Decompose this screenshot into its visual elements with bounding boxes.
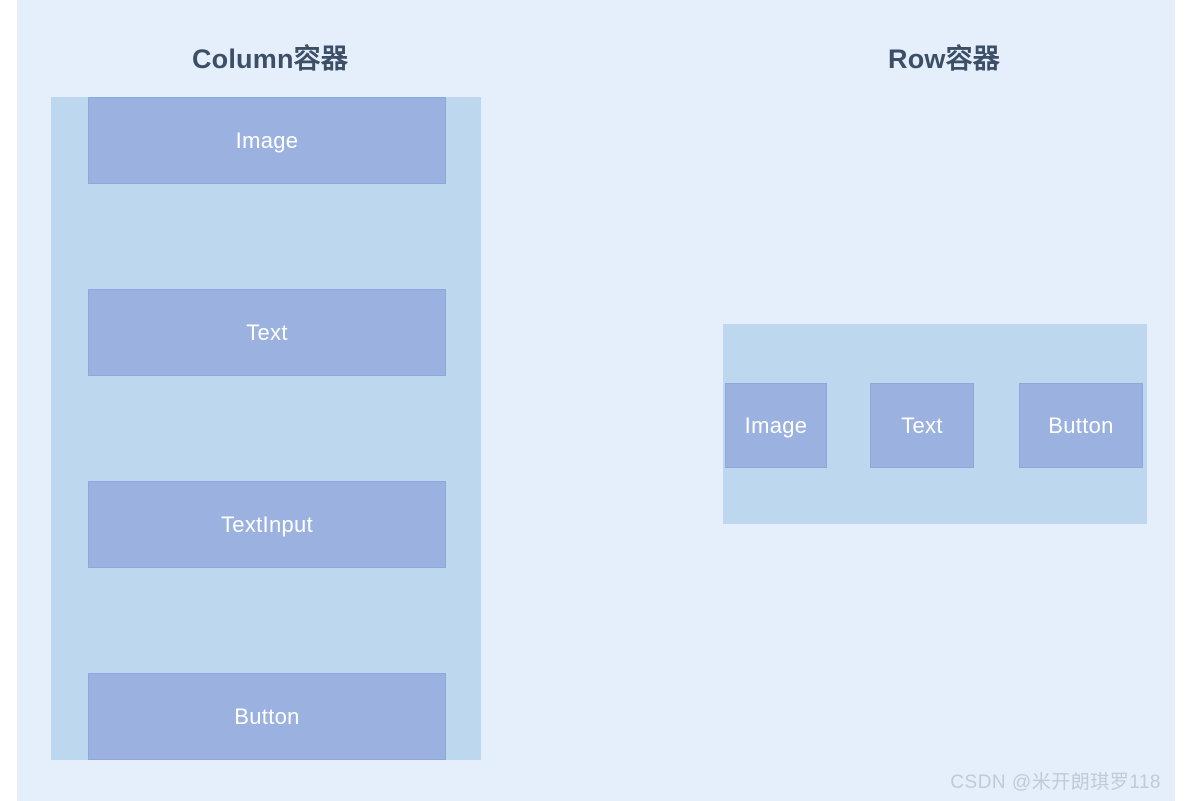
column-child-text-label: Text: [246, 319, 288, 345]
row-child-text-label: Text: [901, 412, 943, 438]
column-child-button-label: Button: [234, 703, 300, 729]
csdn-watermark: CSDN @米开朗琪罗118: [950, 772, 1161, 793]
row-child-button-label: Button: [1048, 412, 1114, 438]
column-child-image: Image: [88, 97, 446, 184]
row-child-image: Image: [725, 383, 827, 468]
column-child-textinput: TextInput: [88, 481, 446, 568]
column-child-image-label: Image: [235, 127, 299, 153]
row-section-title: Row容器: [888, 44, 1000, 74]
column-container: Image Text TextInput Button: [51, 97, 481, 760]
diagram-canvas: Column容器 Image Text TextInput Button Row…: [17, 0, 1175, 801]
row-child-image-label: Image: [744, 412, 808, 438]
column-child-text: Text: [88, 289, 446, 376]
row-child-button: Button: [1019, 383, 1143, 468]
row-child-text: Text: [870, 383, 974, 468]
column-child-button: Button: [88, 673, 446, 760]
column-child-textinput-label: TextInput: [221, 511, 313, 537]
row-container: Image Text Button: [723, 324, 1147, 524]
column-section-title: Column容器: [191, 44, 349, 74]
